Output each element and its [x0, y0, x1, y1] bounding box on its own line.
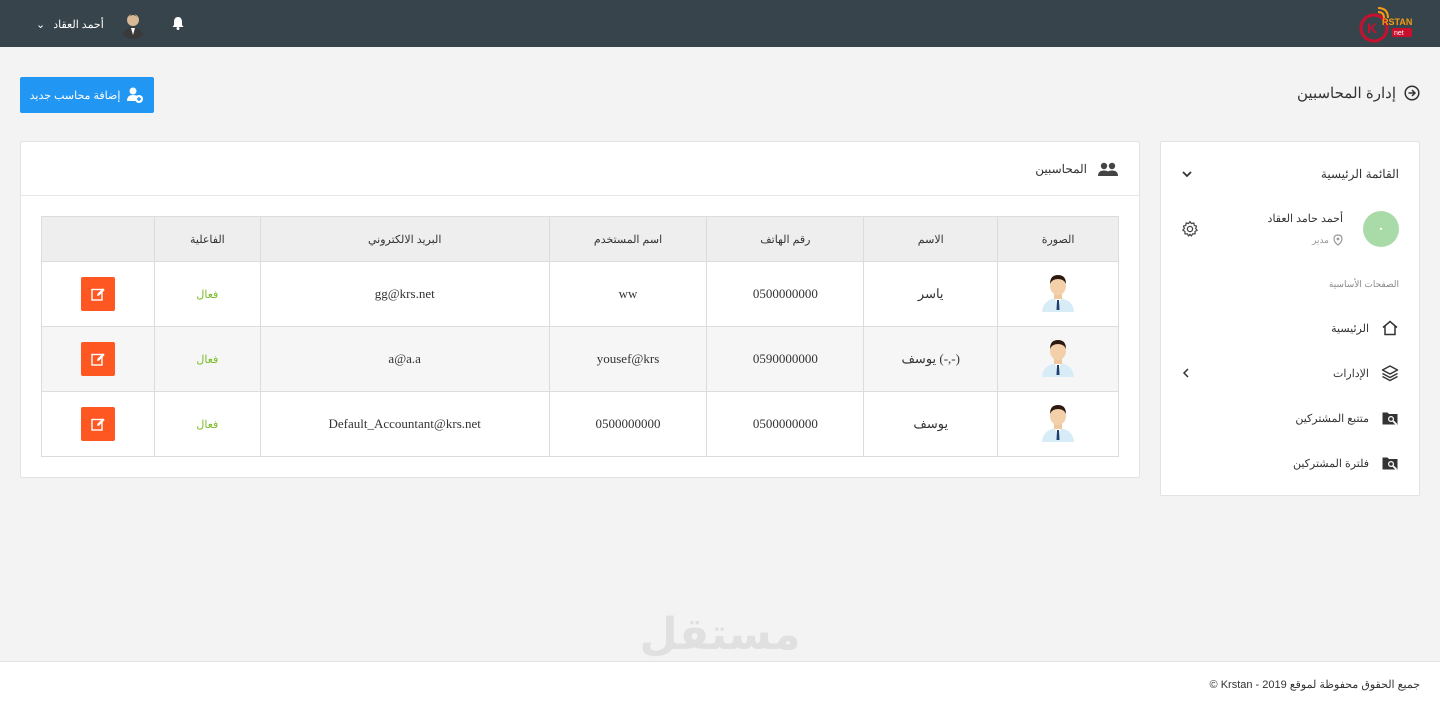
- row-email-cell: gg@krs.net: [259, 261, 550, 327]
- column-header-photo[interactable]: الصورة: [997, 216, 1119, 262]
- sidebar-user-role-text: مدير: [1311, 234, 1329, 245]
- table-header-row: الصورة الاسم رقم الهاتف اسم المستخدم الب…: [41, 216, 1119, 262]
- status-badge: فعال: [196, 419, 219, 431]
- row-status-cell: فعال: [153, 391, 261, 457]
- home-icon: [1382, 320, 1398, 336]
- svg-text:K: K: [1367, 20, 1377, 36]
- folder-search-icon: [1382, 457, 1398, 471]
- sidebar-avatar: •: [1363, 211, 1399, 247]
- edit-button[interactable]: [80, 277, 115, 311]
- user-menu[interactable]: ⌄ أحمد العقاد: [36, 8, 148, 40]
- row-status-cell: فعال: [153, 326, 261, 392]
- sidebar-item-label: الإدارات: [1332, 367, 1369, 380]
- notification-bell-icon[interactable]: [170, 15, 186, 31]
- row-actions-cell: [41, 326, 155, 392]
- status-badge: فعال: [196, 289, 219, 301]
- column-header-status[interactable]: الفاعلية: [153, 216, 261, 262]
- logo-subtext: net: [1394, 30, 1404, 37]
- status-badge: فعال: [196, 354, 219, 366]
- folder-search-icon: [1382, 412, 1398, 426]
- users-icon: [1098, 162, 1118, 176]
- sidebar-user-role: مدير: [1312, 234, 1343, 246]
- page-title-text: إدارة المحاسبين: [1297, 85, 1396, 102]
- row-username-cell: ww: [548, 261, 708, 327]
- chevron-left-icon: [1182, 368, 1189, 378]
- column-header-phone[interactable]: رقم الهاتف: [706, 216, 865, 262]
- panel-title: المحاسبين: [1035, 161, 1087, 176]
- watermark-arabic: مستقل: [639, 609, 801, 660]
- row-photo-cell: [997, 261, 1119, 327]
- sidebar-user-name: أحمد حامد العقاد: [1267, 213, 1343, 225]
- row-email-cell: a@a.a: [259, 326, 550, 392]
- row-phone-cell: 0500000000: [706, 261, 865, 327]
- table-row: يوسف 0500000000 0500000000 Default_Accou…: [41, 391, 1119, 457]
- user-avatar-icon: [1042, 275, 1075, 312]
- add-user-icon: [127, 87, 144, 103]
- row-status-cell: فعال: [153, 261, 261, 327]
- add-accountant-label: إضافة محاسب جديد: [29, 89, 121, 102]
- chevron-down-icon: ⌄: [36, 17, 46, 31]
- row-username-cell: yousef@krs: [548, 326, 708, 392]
- sidebar-item-subscriber-filter[interactable]: فلترة المشتركين: [1181, 452, 1399, 474]
- sidebar-item-label: فلترة المشتركين: [1292, 457, 1369, 470]
- footer-copyright: جميع الحقوق محفوظة لموقع 2019 - Krstan ©: [1209, 679, 1420, 691]
- row-phone-cell: 0590000000: [706, 326, 865, 392]
- footer: جميع الحقوق محفوظة لموقع 2019 - Krstan ©: [0, 661, 1440, 708]
- table-row: (-,-) يوسف 0590000000 yousef@krs a@a.a ف…: [41, 326, 1119, 392]
- column-header-email[interactable]: البريد الالكتروني: [259, 216, 550, 262]
- column-header-actions: [41, 216, 155, 262]
- user-avatar-icon: [1042, 340, 1075, 377]
- top-navbar: ⌄ أحمد العقاد K RSTAN net: [0, 0, 1440, 47]
- edit-icon: [91, 353, 105, 366]
- row-actions-cell: [41, 391, 155, 457]
- user-avatar: [117, 9, 148, 39]
- sidebar-section-label: الصفحات الأساسية: [1328, 279, 1399, 289]
- edit-icon: [91, 418, 105, 431]
- edit-button[interactable]: [80, 342, 115, 376]
- user-avatar-icon: [1042, 405, 1075, 442]
- row-phone-cell: 0500000000: [706, 391, 865, 457]
- layers-icon: [1381, 365, 1399, 382]
- user-menu-name: أحمد العقاد: [53, 18, 104, 31]
- add-accountant-button[interactable]: إضافة محاسب جديد: [20, 77, 154, 113]
- location-pin-icon: [1333, 234, 1343, 246]
- row-name-cell: ياسر: [863, 261, 999, 327]
- row-photo-cell: [997, 391, 1119, 457]
- row-actions-cell: [41, 261, 155, 327]
- panel-header: المحاسبين: [21, 142, 1139, 196]
- column-header-name[interactable]: الاسم: [863, 216, 999, 262]
- sidebar-item-label: الرئيسية: [1331, 322, 1369, 335]
- krstan-logo[interactable]: K RSTAN net: [1356, 4, 1420, 44]
- row-email-cell: Default_Accountant@krs.net: [259, 391, 550, 457]
- sidebar-item-label: متتبع المشتركين: [1295, 412, 1369, 425]
- logo-text: RSTAN: [1382, 17, 1412, 27]
- edit-icon: [91, 288, 105, 301]
- row-name-cell: (-,-) يوسف: [863, 326, 999, 392]
- edit-button[interactable]: [80, 407, 115, 441]
- column-header-username[interactable]: اسم المستخدم: [548, 216, 708, 262]
- accountants-panel: المحاسبين الصورة الاسم رقم الهاتف اسم ال…: [20, 141, 1140, 478]
- sidebar-menu-toggle[interactable]: القائمة الرئيسية: [1181, 164, 1399, 184]
- accountants-table: الصورة الاسم رقم الهاتف اسم المستخدم الب…: [41, 216, 1119, 457]
- row-username-cell: 0500000000: [548, 391, 708, 457]
- row-photo-cell: [997, 326, 1119, 392]
- sidebar: القائمة الرئيسية • أحمد حامد العقاد مدير…: [1160, 141, 1420, 496]
- page-title: إدارة المحاسبين: [1297, 84, 1420, 102]
- sidebar-item-subscriber-tracker[interactable]: متتبع المشتركين: [1181, 407, 1399, 429]
- chevron-down-icon: [1182, 171, 1192, 178]
- gear-icon[interactable]: [1181, 220, 1199, 238]
- table-row: ياسر 0500000000 ww gg@krs.net فعال: [41, 261, 1119, 327]
- row-name-cell: يوسف: [863, 391, 999, 457]
- arrow-circle-right-icon[interactable]: [1404, 85, 1420, 101]
- sidebar-menu-title: القائمة الرئيسية: [1320, 167, 1399, 181]
- sidebar-user-card: • أحمد حامد العقاد مدير: [1181, 210, 1399, 250]
- sidebar-item-departments[interactable]: الإدارات: [1181, 362, 1399, 384]
- sidebar-item-home[interactable]: الرئيسية: [1181, 317, 1399, 339]
